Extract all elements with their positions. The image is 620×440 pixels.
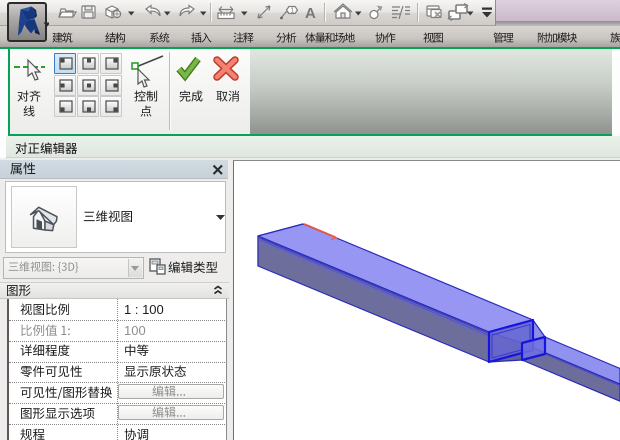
svg-text:1: 1 xyxy=(291,8,295,15)
svg-text:A: A xyxy=(305,5,316,22)
